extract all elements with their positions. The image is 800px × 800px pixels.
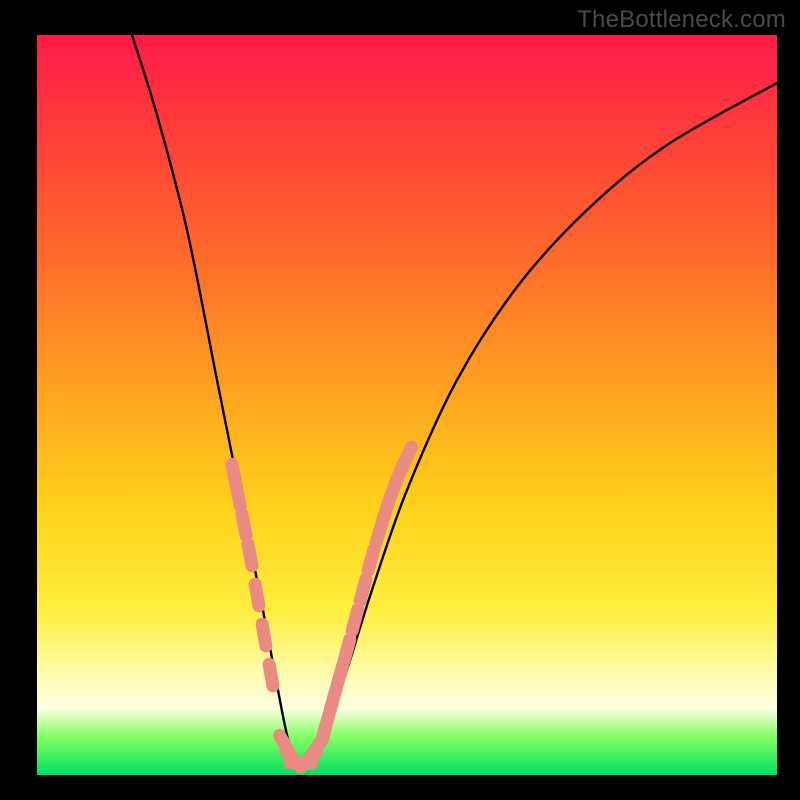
bead (269, 664, 273, 686)
outer-frame: TheBottleneck.com (0, 0, 800, 800)
bead (330, 689, 336, 710)
bead (344, 639, 350, 660)
bottleneck-curve (132, 35, 777, 763)
bead (360, 579, 366, 600)
bead (236, 484, 240, 506)
bead (368, 549, 374, 570)
watermark-text: TheBottleneck.com (577, 6, 786, 34)
bead (323, 714, 329, 735)
bead (402, 447, 411, 467)
plot-area (37, 35, 777, 775)
bead (242, 514, 246, 536)
bead (255, 584, 259, 606)
curve-layer (37, 35, 777, 775)
bead (262, 624, 266, 646)
bead (248, 544, 252, 566)
bead (352, 609, 358, 630)
bead (337, 664, 343, 685)
bead-group (232, 447, 412, 767)
